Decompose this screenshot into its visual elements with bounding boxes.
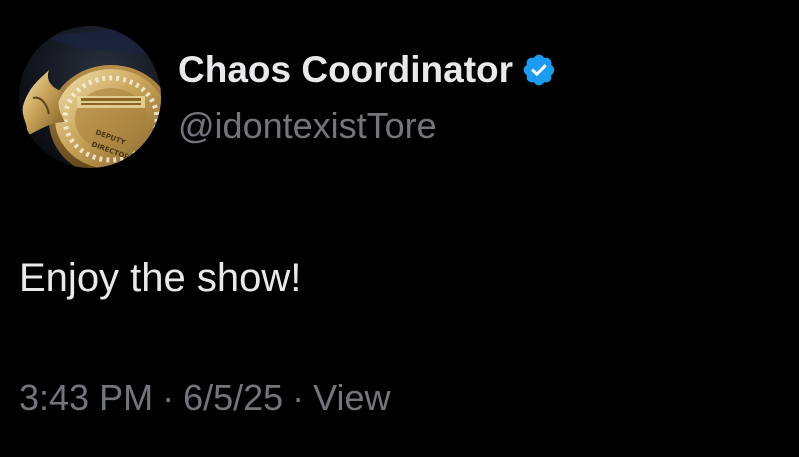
display-name[interactable]: Chaos Coordinator (178, 48, 513, 92)
view-link[interactable]: View (313, 377, 390, 418)
tweet-text: Enjoy the show! (19, 256, 302, 300)
name-row: Chaos Coordinator (178, 48, 778, 92)
meta-separator: · (162, 377, 175, 418)
tweet-date[interactable]: 6/5/25 (183, 377, 283, 418)
meta-separator: · (292, 377, 305, 418)
gold-badge-avatar-image: DEPUTY DIRECTOR (19, 26, 161, 168)
verified-badge-icon[interactable] (521, 52, 557, 88)
tweet: DEPUTY DIRECTOR Chaos Coordinator @idont… (0, 0, 799, 457)
tweet-time[interactable]: 3:43 PM (19, 377, 153, 418)
tweet-meta: 3:43 PM · 6/5/25 · View (19, 374, 391, 422)
user-handle[interactable]: @idontexistTore (178, 104, 778, 148)
tweet-header: Chaos Coordinator @idontexistTore (178, 48, 778, 148)
avatar[interactable]: DEPUTY DIRECTOR (19, 26, 161, 168)
